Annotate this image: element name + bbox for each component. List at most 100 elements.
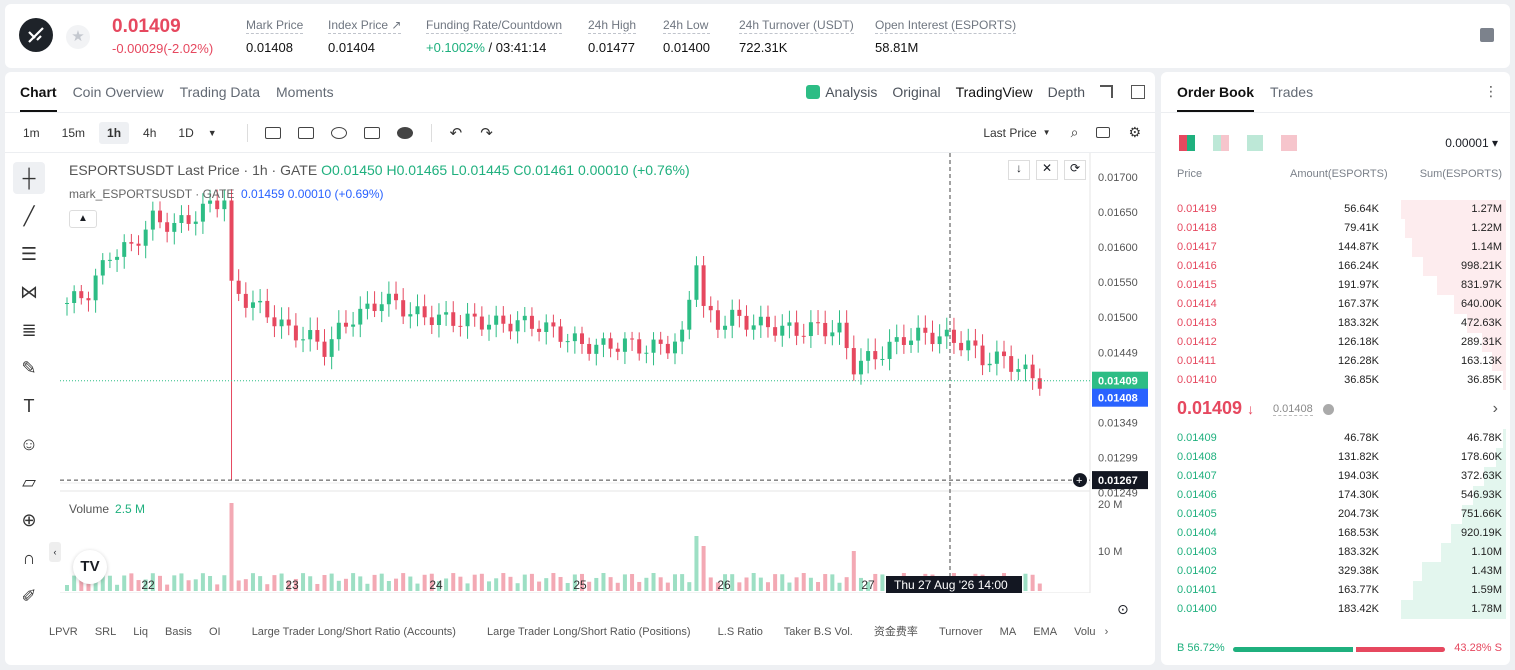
timeframe-15m[interactable]: 15m: [54, 122, 93, 144]
asks-row[interactable]: 0.01414 167.37K 640.00K: [1177, 295, 1506, 314]
asks-row[interactable]: 0.01410 36.85K 36.85K: [1177, 371, 1506, 390]
indicator-item[interactable]: Volu: [1074, 626, 1095, 638]
view-analysis[interactable]: Analysis: [825, 84, 877, 100]
brush-icon[interactable]: ✎: [13, 352, 45, 384]
view-original[interactable]: Original: [892, 84, 940, 100]
tab-trading-data[interactable]: Trading Data: [180, 72, 260, 112]
bids-row[interactable]: 0.01402 329.38K 1.43M: [1177, 562, 1506, 581]
tab-moments[interactable]: Moments: [276, 72, 334, 112]
refresh-icon[interactable]: ⟳: [1064, 160, 1086, 180]
indicators-icon[interactable]: [297, 126, 314, 139]
volume-bar: [229, 503, 234, 591]
row-amount: 168.53K: [1338, 527, 1379, 539]
search-icon[interactable]: ⌕: [1071, 124, 1079, 141]
expand-icon[interactable]: [1100, 85, 1113, 98]
gear-icon[interactable]: ⚙: [1128, 124, 1141, 141]
candles-icon[interactable]: [264, 126, 281, 139]
pencil-icon[interactable]: ✐: [13, 580, 45, 612]
add-alert-icon[interactable]: [396, 126, 413, 139]
bids-row[interactable]: 0.01408 131.82K 178.60K: [1177, 448, 1506, 467]
timeframe-1m[interactable]: 1m: [15, 122, 48, 144]
view-tradingview[interactable]: TradingView: [956, 84, 1033, 100]
indicator-item[interactable]: Large Trader Long/Short Ratio (Positions…: [487, 626, 691, 638]
replay-icon[interactable]: [330, 126, 347, 139]
layout-bids-icon[interactable]: [1247, 135, 1263, 151]
text-icon[interactable]: T: [13, 390, 45, 422]
asks-row[interactable]: 0.01415 191.97K 831.97K: [1177, 276, 1506, 295]
chevron-right-icon[interactable]: ›: [1493, 400, 1498, 418]
asks-row[interactable]: 0.01418 79.41K 1.22M: [1177, 219, 1506, 238]
camera-icon[interactable]: [1096, 127, 1111, 138]
indicator-item[interactable]: SRL: [95, 626, 116, 638]
window-icon[interactable]: [1131, 85, 1145, 99]
bids-row[interactable]: 0.01407 194.03K 372.63K: [1177, 467, 1506, 486]
volume-bar: [644, 577, 649, 591]
arrow-down-icon[interactable]: ↓: [1008, 160, 1030, 180]
settings-icon[interactable]: ⊙: [1117, 601, 1129, 618]
tab-order-book[interactable]: Order Book: [1177, 72, 1255, 112]
favorite-star-icon[interactable]: ★: [66, 25, 90, 49]
precision-select[interactable]: 0.00001 ▾: [1445, 136, 1498, 150]
undo-icon[interactable]: ↶: [450, 124, 463, 142]
view-depth[interactable]: Depth: [1048, 84, 1085, 100]
indicator-item[interactable]: Large Trader Long/Short Ratio (Accounts): [252, 626, 456, 638]
bids-row[interactable]: 0.01405 204.73K 751.66K: [1177, 505, 1506, 524]
asks-row[interactable]: 0.01411 126.28K 163.13K: [1177, 352, 1506, 371]
indicator-item[interactable]: Liq: [133, 626, 148, 638]
bids-row[interactable]: 0.01403 183.32K 1.10M: [1177, 543, 1506, 562]
fib-icon[interactable]: ≣: [13, 314, 45, 346]
zoom-in-icon[interactable]: ⊕: [13, 504, 45, 536]
trendline-icon[interactable]: ╱: [13, 200, 45, 232]
chevron-down-icon[interactable]: ▼: [208, 128, 217, 138]
emoji-icon[interactable]: ☺: [13, 428, 45, 460]
chevron-down-icon[interactable]: ▼: [1043, 128, 1051, 137]
scroll-left-icon[interactable]: ‹: [49, 542, 61, 562]
asks-row[interactable]: 0.01412 126.18K 289.31K: [1177, 333, 1506, 352]
indicator-item[interactable]: L.S Ratio: [718, 626, 763, 638]
tab-trades[interactable]: Trades: [1270, 72, 1313, 112]
magnet-icon[interactable]: ∩: [13, 542, 45, 574]
ruler-icon[interactable]: ▱: [13, 466, 45, 498]
indicator-item[interactable]: MA: [1000, 626, 1017, 638]
more-icon[interactable]: ⋮: [1484, 83, 1498, 100]
collapse-icon[interactable]: ✕: [1036, 160, 1058, 180]
layout-both-icon[interactable]: [1179, 135, 1195, 151]
bids-row[interactable]: 0.01401 163.77K 1.59M: [1177, 581, 1506, 600]
mark-legend: mark_ESPORTSUSDT · GATE 0.01459 0.00010 …: [69, 187, 384, 201]
horizontal-lines-icon[interactable]: ☰: [13, 238, 45, 270]
bids-row[interactable]: 0.01406 174.30K 546.93K: [1177, 486, 1506, 505]
layout-asks-icon[interactable]: [1281, 135, 1297, 151]
asks-row[interactable]: 0.01419 56.64K 1.27M: [1177, 200, 1506, 219]
pattern-icon[interactable]: ⋈: [13, 276, 45, 308]
crosshair-icon[interactable]: ┼: [13, 162, 45, 194]
chevron-right-icon[interactable]: ›: [1105, 626, 1109, 638]
candlestick-chart[interactable]: 0.01700 0.01650 0.01600 0.01550 0.01500 0.014…: [60, 153, 1150, 593]
tab-chart[interactable]: Chart: [20, 72, 57, 112]
indicator-item[interactable]: Basis: [165, 626, 192, 638]
indicator-item[interactable]: Turnover: [939, 626, 983, 638]
volume-bar: [672, 574, 677, 591]
asks-row[interactable]: 0.01413 183.32K 472.63K: [1177, 314, 1506, 333]
asks-row[interactable]: 0.01416 166.24K 998.21K: [1177, 257, 1506, 276]
candle-body: [973, 340, 978, 346]
asks-row[interactable]: 0.01417 144.87K 1.14M: [1177, 238, 1506, 257]
price-source-select[interactable]: Last Price: [983, 126, 1036, 140]
indicator-item[interactable]: LPVR: [49, 626, 78, 638]
stat-index-price[interactable]: Index Price ↗ 0.01404: [328, 18, 402, 55]
indicator-item[interactable]: 资金费率: [874, 626, 918, 638]
indicator-item[interactable]: EMA: [1033, 626, 1057, 638]
timeframe-4h[interactable]: 4h: [135, 122, 164, 144]
templates-icon[interactable]: [363, 126, 380, 139]
book-icon[interactable]: [1480, 28, 1494, 42]
bids-row[interactable]: 0.01404 168.53K 920.19K: [1177, 524, 1506, 543]
indicator-item[interactable]: Taker B.S Vol.: [784, 626, 853, 638]
bids-row[interactable]: 0.01400 183.42K 1.78M: [1177, 600, 1506, 619]
redo-icon[interactable]: ↷: [480, 124, 493, 142]
collapse-legend-icon[interactable]: ▲: [69, 210, 97, 228]
timeframe-1d[interactable]: 1D: [170, 122, 201, 144]
layout-bids-asks-icon[interactable]: [1213, 135, 1229, 151]
indicator-item[interactable]: OI: [209, 626, 221, 638]
bids-row[interactable]: 0.01409 46.78K 46.78K: [1177, 429, 1506, 448]
tab-coin-overview[interactable]: Coin Overview: [73, 72, 164, 112]
timeframe-1h[interactable]: 1h: [99, 121, 130, 144]
